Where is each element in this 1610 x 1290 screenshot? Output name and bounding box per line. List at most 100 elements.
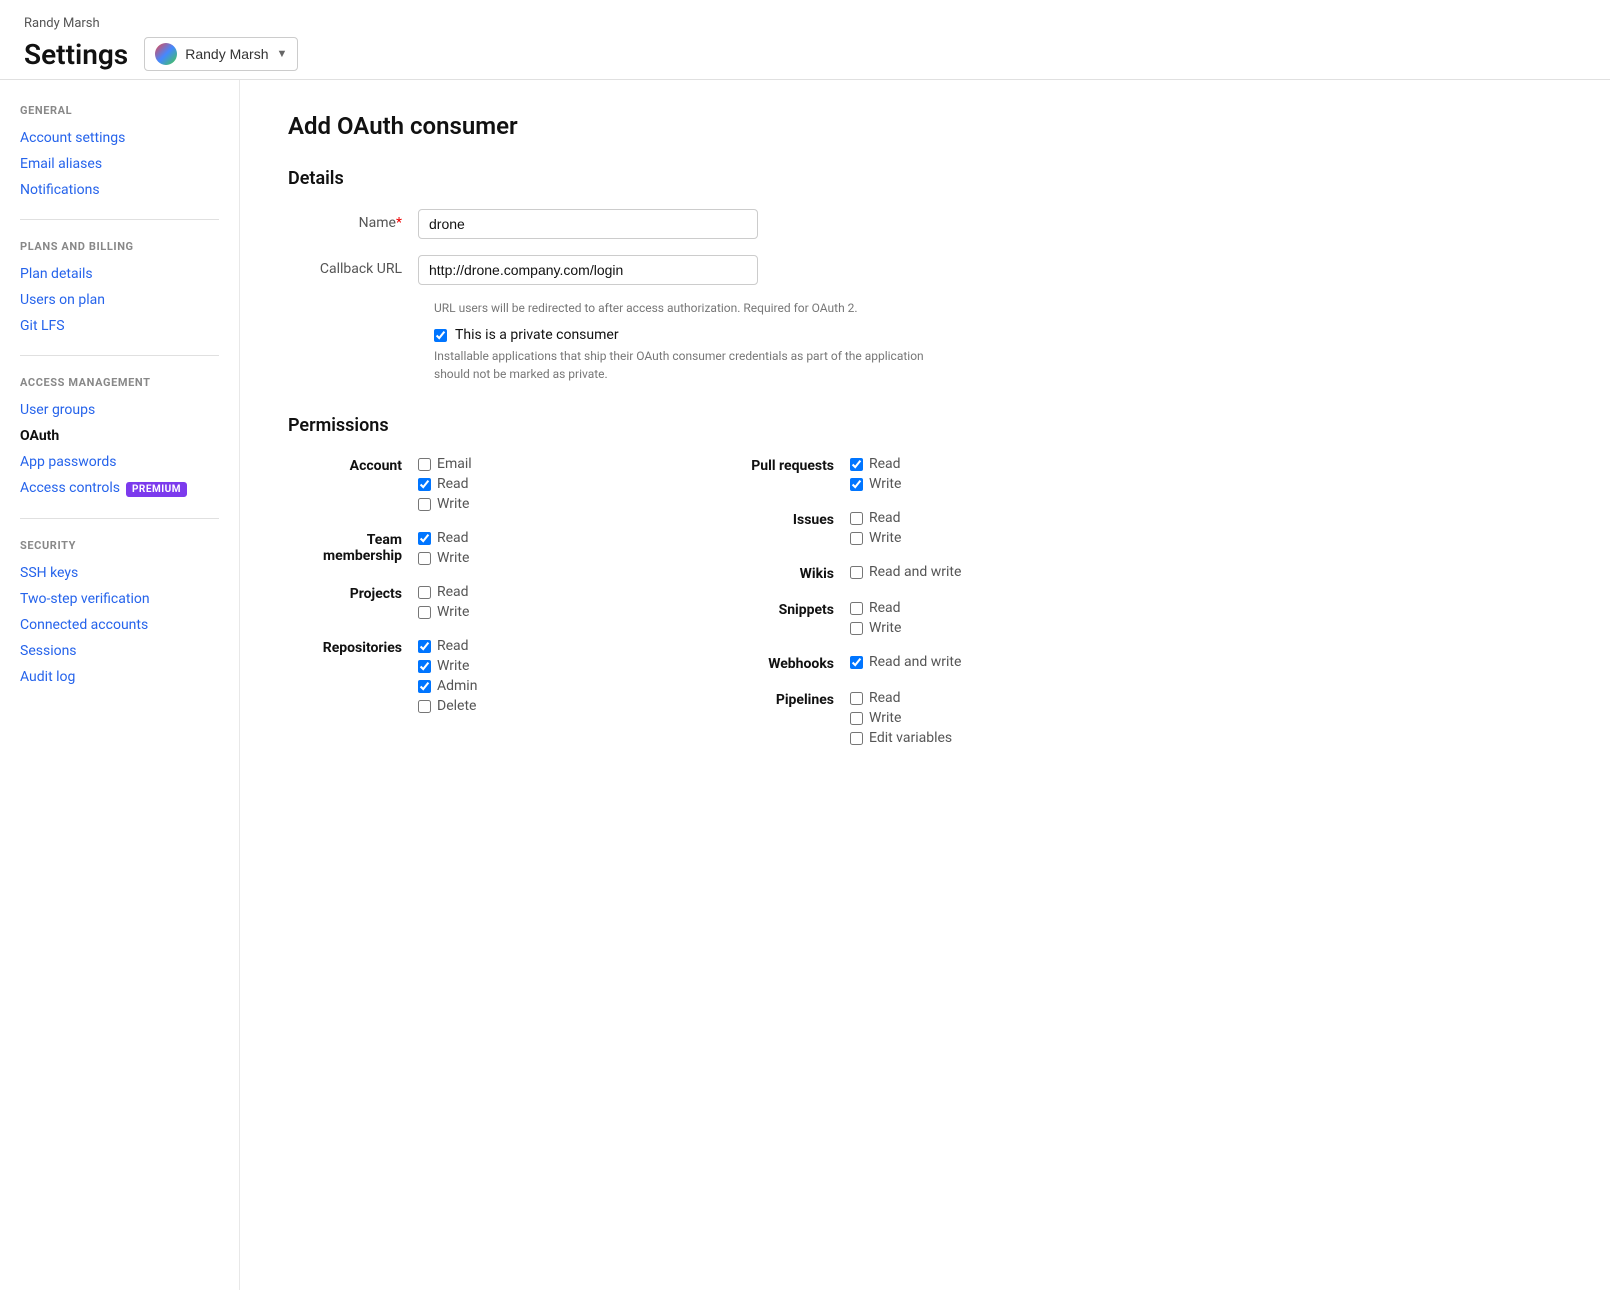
perm-checkbox-email[interactable] bbox=[418, 458, 431, 471]
perm-checkbox-write[interactable] bbox=[418, 660, 431, 673]
sidebar-item-two-step-verification[interactable]: Two-step verification bbox=[20, 586, 219, 612]
perm-checkbox-write[interactable] bbox=[850, 622, 863, 635]
perm-option-label: Delete bbox=[437, 698, 476, 714]
perm-group-name: Issues bbox=[720, 510, 850, 528]
perm-checkbox-read-and-write[interactable] bbox=[850, 656, 863, 669]
details-section: Details Name* Callback URL URL users wil… bbox=[288, 168, 1092, 383]
callback-url-form-row: Callback URL bbox=[288, 255, 1092, 285]
perm-checkbox-write[interactable] bbox=[850, 478, 863, 491]
perm-option: Email bbox=[418, 456, 472, 472]
perm-group-name: Repositories bbox=[288, 638, 418, 656]
sidebar-item-connected-accounts[interactable]: Connected accounts bbox=[20, 612, 219, 638]
perm-checkbox-read[interactable] bbox=[850, 692, 863, 705]
perm-option: Write bbox=[418, 658, 477, 674]
perm-checkbox-read[interactable] bbox=[418, 478, 431, 491]
perm-checkbox-write[interactable] bbox=[418, 606, 431, 619]
perm-group-name: Wikis bbox=[720, 564, 850, 582]
perm-option-label: Read and write bbox=[869, 654, 961, 670]
perm-group-name: Account bbox=[288, 456, 418, 474]
private-consumer-label[interactable]: This is a private consumer bbox=[455, 327, 619, 343]
perm-checkbox-delete[interactable] bbox=[418, 700, 431, 713]
add-oauth-title: Add OAuth consumer bbox=[288, 112, 1092, 140]
chevron-down-icon: ▼ bbox=[276, 48, 287, 60]
perm-checkbox-read[interactable] bbox=[418, 532, 431, 545]
details-section-title: Details bbox=[288, 168, 1092, 189]
sidebar-item-notifications[interactable]: Notifications bbox=[20, 177, 219, 203]
perm-group-issues: IssuesReadWrite bbox=[720, 510, 1092, 546]
perm-option-label: Read bbox=[869, 510, 901, 526]
sidebar-item-email-aliases[interactable]: Email aliases bbox=[20, 151, 219, 177]
name-input[interactable] bbox=[418, 209, 758, 239]
perm-group-name: Pipelines bbox=[720, 690, 850, 708]
user-dropdown-button[interactable]: Randy Marsh ▼ bbox=[144, 37, 298, 71]
perm-option-label: Read bbox=[869, 456, 901, 472]
perm-option: Read and write bbox=[850, 564, 961, 580]
sidebar-section-label-1: PLANS AND BILLING bbox=[20, 240, 219, 253]
perm-option-label: Read and write bbox=[869, 564, 961, 580]
permissions-section-title: Permissions bbox=[288, 415, 1092, 436]
perm-checkbox-write[interactable] bbox=[418, 498, 431, 511]
sidebar-item-access-controls[interactable]: Access controlsPREMIUM bbox=[20, 475, 219, 502]
content-area: GENERALAccount settingsEmail aliasesNoti… bbox=[0, 80, 1610, 1290]
perm-checkbox-edit-variables[interactable] bbox=[850, 732, 863, 745]
perm-option: Read bbox=[418, 530, 469, 546]
perm-checkbox-write[interactable] bbox=[418, 552, 431, 565]
sidebar-item-sessions[interactable]: Sessions bbox=[20, 638, 219, 664]
perm-option-label: Write bbox=[869, 620, 901, 636]
settings-title-row: Settings Randy Marsh ▼ bbox=[24, 37, 1586, 71]
perm-option: Write bbox=[418, 550, 469, 566]
sidebar-item-audit-log[interactable]: Audit log bbox=[20, 664, 219, 690]
sidebar-divider bbox=[20, 355, 219, 356]
perm-option-label: Read bbox=[437, 476, 469, 492]
perm-options: Read and write bbox=[850, 564, 961, 580]
sidebar-item-account-settings[interactable]: Account settings bbox=[20, 125, 219, 151]
perm-options: ReadWriteEdit variables bbox=[850, 690, 952, 746]
perm-checkbox-read[interactable] bbox=[418, 640, 431, 653]
perm-option: Write bbox=[850, 710, 952, 726]
perm-option-label: Admin bbox=[437, 678, 477, 694]
sidebar-item-plan-details[interactable]: Plan details bbox=[20, 261, 219, 287]
perm-checkbox-write[interactable] bbox=[850, 712, 863, 725]
sidebar-item-user-groups[interactable]: User groups bbox=[20, 397, 219, 423]
dropdown-user-label: Randy Marsh bbox=[185, 46, 268, 62]
perm-option: Read bbox=[850, 510, 901, 526]
perm-checkbox-read-and-write[interactable] bbox=[850, 566, 863, 579]
sidebar-item-ssh-keys[interactable]: SSH keys bbox=[20, 560, 219, 586]
perm-checkbox-read[interactable] bbox=[850, 602, 863, 615]
perm-checkbox-read[interactable] bbox=[418, 586, 431, 599]
sidebar-item-git-lfs[interactable]: Git LFS bbox=[20, 313, 219, 339]
perm-checkbox-read[interactable] bbox=[850, 512, 863, 525]
sidebar-item-app-passwords[interactable]: App passwords bbox=[20, 449, 219, 475]
callback-url-label: Callback URL bbox=[288, 255, 418, 277]
perm-option: Read and write bbox=[850, 654, 961, 670]
sidebar-item-users-on-plan[interactable]: Users on plan bbox=[20, 287, 219, 313]
perm-options: Read Write Admin Delete bbox=[418, 638, 477, 714]
sidebar: GENERALAccount settingsEmail aliasesNoti… bbox=[0, 80, 240, 1290]
name-form-row: Name* bbox=[288, 209, 1092, 239]
perm-group-name: Projects bbox=[288, 584, 418, 602]
perm-option: Write bbox=[418, 496, 472, 512]
perm-option: Read bbox=[850, 456, 901, 472]
perm-option-label: Write bbox=[869, 476, 901, 492]
perm-option-label: Read bbox=[437, 638, 469, 654]
perm-option: Read bbox=[850, 600, 901, 616]
callback-url-hint: URL users will be redirected to after ac… bbox=[434, 301, 1092, 315]
perm-checkbox-read[interactable] bbox=[850, 458, 863, 471]
perm-group-name: Team membership bbox=[288, 530, 418, 564]
perm-group-name: Pull requests bbox=[720, 456, 850, 474]
private-consumer-checkbox[interactable] bbox=[434, 329, 447, 342]
perm-option-label: Write bbox=[437, 658, 469, 674]
perm-options: Read Write bbox=[850, 456, 901, 492]
callback-url-input[interactable] bbox=[418, 255, 758, 285]
sidebar-item-oauth[interactable]: OAuth bbox=[20, 423, 219, 449]
perm-checkbox-write[interactable] bbox=[850, 532, 863, 545]
perm-group-pull-requests: Pull requests Read Write bbox=[720, 456, 1092, 492]
perm-option-label: Read bbox=[437, 530, 469, 546]
permissions-section: Permissions AccountEmailReadWriteTeam me… bbox=[288, 415, 1092, 764]
sidebar-divider bbox=[20, 518, 219, 519]
perm-group-wikis: Wikis Read and write bbox=[720, 564, 1092, 582]
perm-checkbox-admin[interactable] bbox=[418, 680, 431, 693]
sidebar-divider bbox=[20, 219, 219, 220]
perm-option-label: Email bbox=[437, 456, 472, 472]
perm-group-pipelines: PipelinesReadWriteEdit variables bbox=[720, 690, 1092, 746]
